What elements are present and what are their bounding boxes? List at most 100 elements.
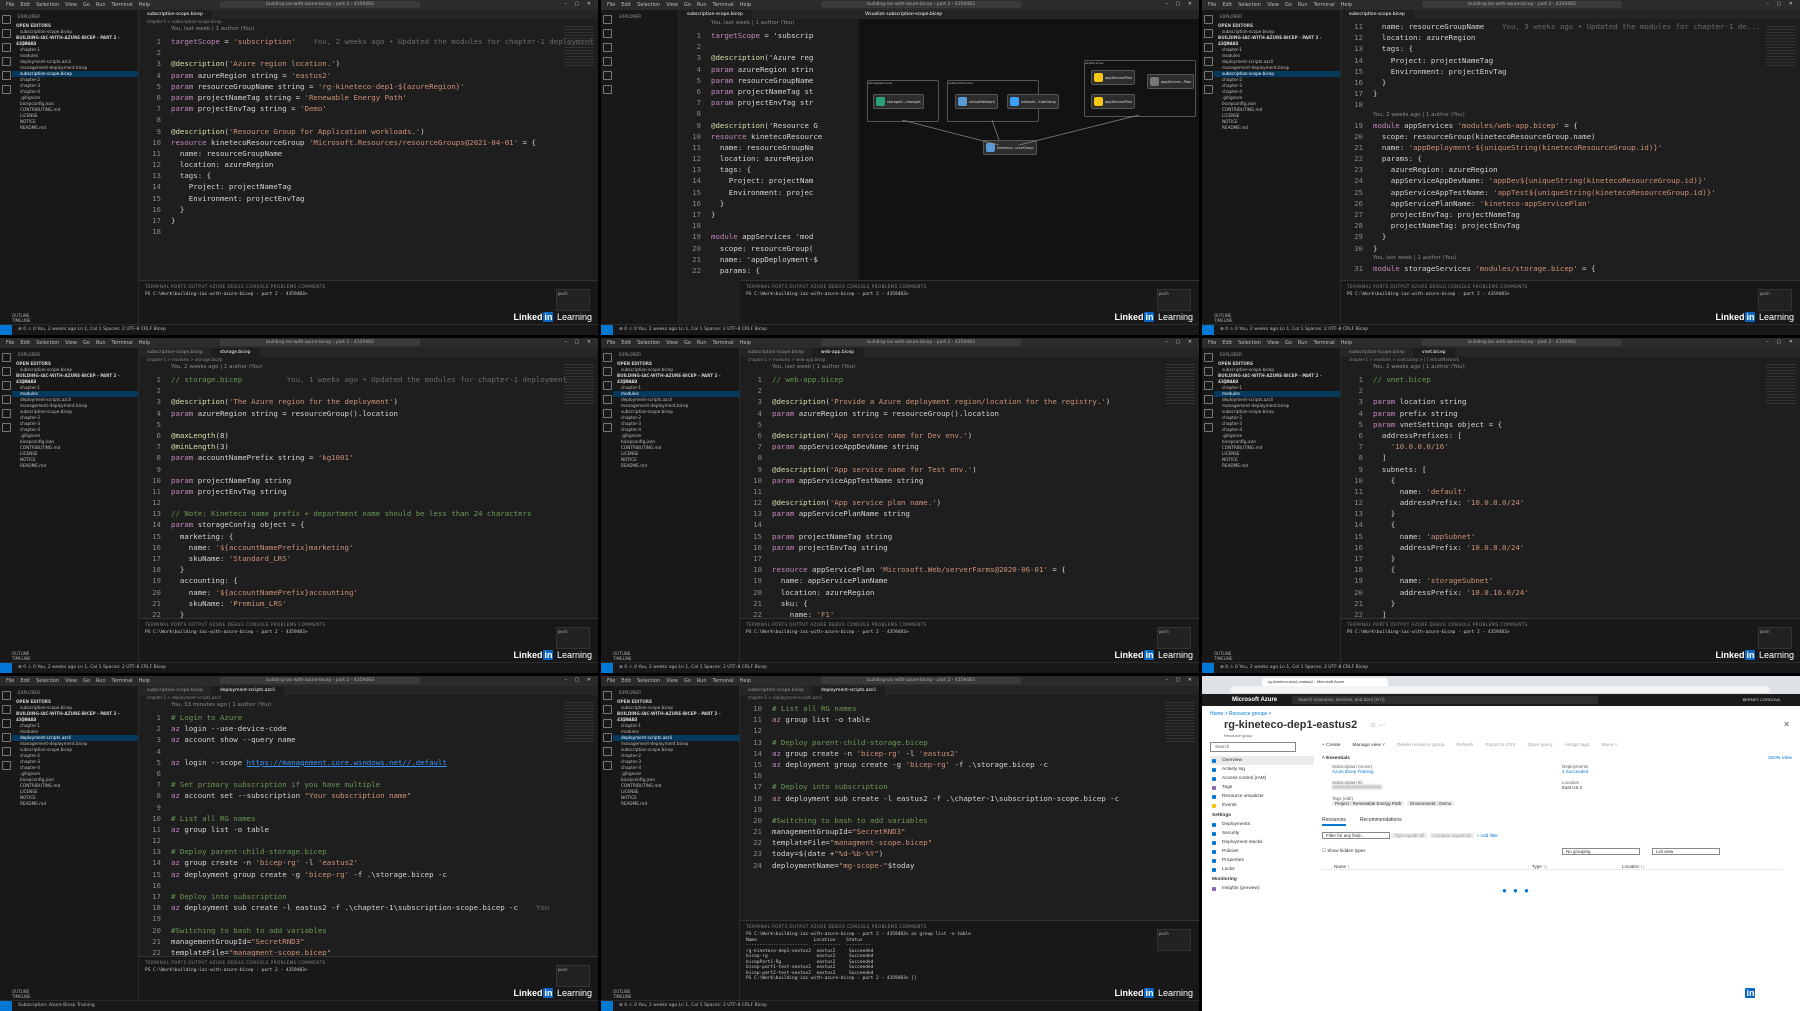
extensions-icon[interactable]: [602, 71, 612, 80]
code-line[interactable]: 12 @description('App service plan name.'): [740, 497, 1199, 508]
terminal-output-line[interactable]: PS C:\Work\building-iac-with-azure-bicep…: [740, 976, 1199, 982]
outline-section[interactable]: OUTLINE TIMELINE: [613, 651, 739, 661]
code-line[interactable]: 4 param azureRegion string = resourceGrou…: [139, 408, 598, 419]
code-lines[interactable]: 1// vnet.bicep 2 3 param location string 4 pa…: [1341, 372, 1800, 631]
code-line[interactable]: 5: [139, 419, 598, 430]
terminal-prompt[interactable]: PS C:\Work\building-iac-with-azure-bicep…: [1341, 292, 1800, 298]
command-center[interactable]: building-iac-with-azure-bicep - part 2 -…: [1422, 339, 1622, 346]
menu-help[interactable]: Help: [139, 340, 150, 346]
code-line[interactable]: 15 Environment: projectEnvTag: [139, 193, 598, 204]
code-line[interactable]: 1// web-app.bicep: [740, 374, 1199, 385]
nav-item[interactable]: Activity log: [1210, 765, 1314, 774]
code-line[interactable]: 6: [139, 768, 598, 779]
code-line[interactable]: 19 accounting: {: [139, 575, 598, 586]
command-button[interactable]: + Create: [1322, 743, 1341, 748]
code-line[interactable]: 16 }: [1341, 77, 1800, 88]
code-line[interactable]: 12 location: azureRegion: [139, 159, 598, 170]
search-icon[interactable]: [602, 29, 612, 38]
code-line[interactable]: 16 addressPrefix: '10.0.8.0/24': [1341, 542, 1800, 553]
bicep-visualizer[interactable]: Visualize subscription-scope.bicep storag…: [859, 10, 1199, 325]
menu-selection[interactable]: Selection: [637, 678, 660, 684]
explorer-file[interactable]: README.md: [12, 125, 138, 131]
code-line[interactable]: 29 }: [1341, 231, 1800, 242]
menu-run[interactable]: Run: [96, 678, 106, 684]
code-line[interactable]: 7 @minLength(3): [139, 441, 598, 452]
menu-view[interactable]: View: [1267, 2, 1279, 8]
panel-tabs[interactable]: TERMINAL PORTS OUTPUT AZURE DEBUG CONSOL…: [740, 619, 1199, 630]
code-line[interactable]: 13 tags: {: [679, 164, 859, 175]
nav-item[interactable]: Locks: [1210, 865, 1314, 874]
menu-run[interactable]: Run: [96, 340, 106, 346]
code-line[interactable]: 1// storage.bicep You, 1 weeks ago • Upd…: [139, 374, 598, 385]
code-line[interactable]: 8 ]: [1341, 452, 1800, 463]
code-line[interactable]: 15 marketing: {: [139, 531, 598, 542]
search-icon[interactable]: [602, 705, 612, 714]
code-line[interactable]: 12: [139, 497, 598, 508]
nav-item[interactable]: Deployments: [1210, 820, 1314, 829]
menu-view[interactable]: View: [65, 2, 77, 8]
code-line[interactable]: 18: [679, 220, 859, 231]
azure-icon[interactable]: [602, 761, 612, 770]
minimap[interactable]: [1165, 364, 1195, 404]
menu-edit[interactable]: Edit: [621, 678, 631, 684]
remote-indicator[interactable]: [601, 663, 613, 673]
menu-search-input[interactable]: Search: [1210, 742, 1296, 752]
minimap[interactable]: [1766, 26, 1796, 66]
menu-run[interactable]: Run: [1298, 340, 1308, 346]
code-line[interactable]: 19: [139, 913, 598, 924]
code-line[interactable]: 17 skuName: 'Standard_LRS': [139, 553, 598, 564]
menu-help[interactable]: Help: [740, 678, 751, 684]
editor-tab[interactable]: storage.bicep: [211, 348, 260, 357]
code-line[interactable]: 3 az account show --query name: [139, 734, 598, 745]
code-line[interactable]: 18 {: [1341, 564, 1800, 575]
source-control-icon[interactable]: [1, 719, 11, 728]
terminal-shell-list[interactable]: pwsh: [1157, 929, 1191, 951]
explorer-file[interactable]: README.md: [12, 463, 138, 469]
code-line[interactable]: 13 # Deploy parent-child-storage.bicep: [139, 846, 598, 857]
remote-indicator[interactable]: [0, 325, 12, 335]
code-line[interactable]: 17 }: [1341, 553, 1800, 564]
visualizer-node[interactable]: appServicePlan: [1091, 94, 1135, 109]
azure-icon[interactable]: [1203, 85, 1213, 94]
code-line[interactable]: 13 # Deploy parent-child-storage.bicep: [740, 737, 1199, 748]
menu-selection[interactable]: Selection: [637, 2, 660, 8]
search-icon[interactable]: [1203, 367, 1213, 376]
explorer-icon[interactable]: [1, 353, 11, 362]
view-select[interactable]: List view: [1652, 848, 1720, 855]
code-line[interactable]: 21 }: [1341, 598, 1800, 609]
code-line[interactable]: 11 name: resourceGroupName: [139, 148, 598, 159]
editor-tab[interactable]: subscription-scope.bicep: [139, 686, 212, 695]
menu-selection[interactable]: Selection: [637, 340, 660, 346]
code-line[interactable]: 20 name: '${accountNamePrefix}accounting…: [139, 587, 598, 598]
column-name[interactable]: Name ↑: [1334, 864, 1350, 869]
menu-go[interactable]: Go: [684, 678, 691, 684]
menu-file[interactable]: File: [607, 2, 615, 8]
minimap[interactable]: [564, 702, 594, 742]
code-line[interactable]: 12 location: azureRegion: [679, 153, 859, 164]
terminal-prompt[interactable]: PS C:\Work\building-iac-with-azure-bicep…: [1341, 630, 1800, 636]
search-icon[interactable]: [1, 705, 11, 714]
menu-edit[interactable]: Edit: [20, 340, 30, 346]
column-location[interactable]: Location ↑↓: [1622, 864, 1645, 869]
code-line[interactable]: 5 param resourceGroupName: [679, 75, 859, 86]
code-line[interactable]: 9: [139, 464, 598, 475]
code-line[interactable]: 19: [740, 804, 1199, 815]
editor-tab[interactable]: deployment-scripts.azcli: [812, 686, 885, 695]
menu-file[interactable]: File: [607, 678, 615, 684]
code-line[interactable]: 23 azureRegion: azureRegion: [1341, 164, 1800, 175]
code-line[interactable]: 21 name: 'appDeployment-${uniqueString(k…: [1341, 142, 1800, 153]
code-line[interactable]: 16: [740, 770, 1199, 781]
explorer-icon[interactable]: [1, 691, 11, 700]
menu-go[interactable]: Go: [83, 678, 90, 684]
code-line[interactable]: 24 appServiceAppDevName: 'appDev${unique…: [1341, 175, 1800, 186]
source-control-icon[interactable]: [1, 43, 11, 52]
code-line[interactable]: 20 location: azureRegion: [740, 587, 1199, 598]
code-line[interactable]: 6 @description('App service name for Dev …: [740, 430, 1199, 441]
extensions-icon[interactable]: [602, 747, 612, 756]
code-line[interactable]: 17}: [679, 209, 859, 220]
menu-view[interactable]: View: [1267, 340, 1279, 346]
code-line[interactable]: 10 param appServiceAppTestName string: [740, 475, 1199, 486]
code-line[interactable]: 5: [740, 419, 1199, 430]
terminal-shell-list[interactable]: pwsh: [556, 965, 590, 987]
panel-tabs[interactable]: TERMINAL PORTS OUTPUT AZURE DEBUG CONSOL…: [1341, 281, 1800, 292]
